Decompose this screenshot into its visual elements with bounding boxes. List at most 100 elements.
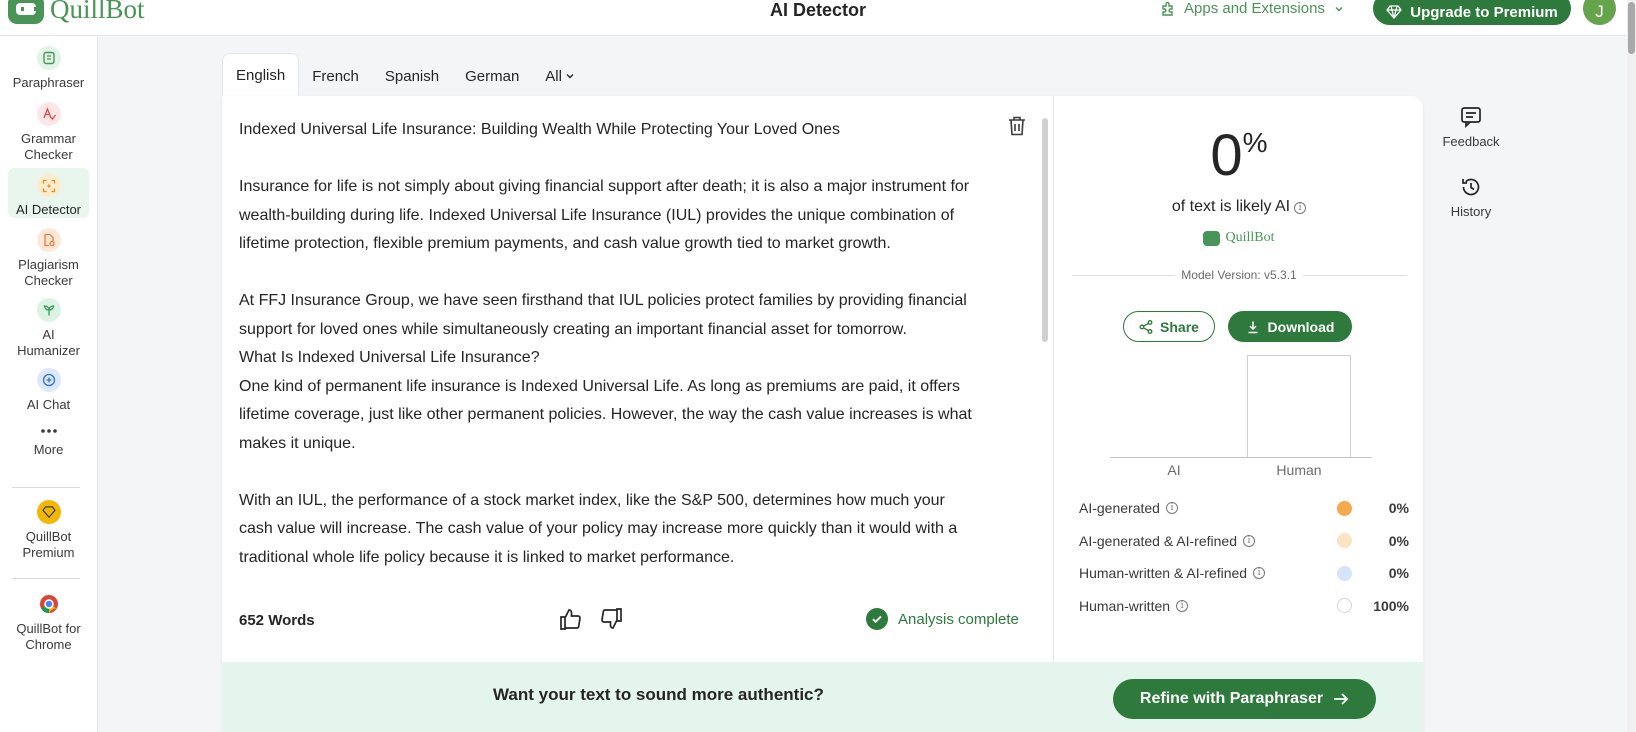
sidebar-divider <box>12 578 80 579</box>
sidebar-item-label: QuillBot Premium <box>22 529 75 560</box>
quillbot-logo-icon <box>8 0 44 24</box>
sidebar-item-quillbot-for-chrome[interactable]: QuillBot for Chrome <box>8 592 89 656</box>
chart-bar-human <box>1247 355 1351 457</box>
premium-icon <box>36 500 61 524</box>
sidebar-item-label: More <box>33 442 64 457</box>
sidebar-item-plagiarism-checker[interactable]: Plagiarism Checker <box>8 228 89 290</box>
chart-baseline <box>1110 457 1372 458</box>
quillbot-brand-small: QuillBot <box>1055 230 1423 246</box>
history-icon <box>1462 178 1480 196</box>
analysis-status-text: Analysis complete <box>898 610 1019 628</box>
results-panel: 0% of text is likely AI i QuillBot Model … <box>1055 96 1423 662</box>
sidebar-item-grammar-checker[interactable]: Grammar Checker <box>8 102 89 164</box>
page-scrollbar-thumb[interactable] <box>1628 2 1635 54</box>
tab-french[interactable]: French <box>299 55 372 97</box>
thumbs-down-button[interactable] <box>599 607 623 636</box>
apps-label: Apps and Extensions <box>1184 0 1325 17</box>
sidebar-item-ai-detector[interactable]: AI Detector <box>8 168 89 218</box>
info-icon[interactable]: i <box>1253 567 1266 580</box>
arrow-right-icon <box>1334 693 1349 705</box>
editor-paragraph: One kind of permanent life insurance is … <box>239 377 972 452</box>
sidebar-item-label: Plagiarism Checker <box>18 257 79 288</box>
humanizer-icon <box>36 298 61 322</box>
apps-and-extensions-menu[interactable]: Apps and Extensions <box>1160 0 1345 18</box>
text-editor[interactable]: Indexed Universal Life Insurance: Buildi… <box>222 96 1054 662</box>
ai-percentage: 0% <box>1055 126 1423 186</box>
likely-ai-label: of text is likely AI i <box>1055 198 1423 216</box>
info-icon[interactable]: i <box>1243 534 1255 547</box>
download-icon <box>1248 321 1258 333</box>
sidebar-item-quillbot-premium[interactable]: QuillBot Premium <box>8 500 89 564</box>
check-circle-icon <box>866 608 888 630</box>
feedback-button[interactable]: Feedback <box>1440 106 1502 149</box>
sidebar-divider <box>12 487 80 488</box>
detector-card: Indexed Universal Life Insurance: Buildi… <box>222 96 1423 732</box>
sidebar-item-more[interactable]: More <box>8 424 89 464</box>
tab-spanish[interactable]: Spanish <box>372 55 452 97</box>
chart-x-label: AI <box>1167 462 1181 478</box>
chevron-down-icon <box>1335 6 1343 12</box>
legend-value: 0% <box>1388 532 1409 549</box>
sidebar-item-label: Grammar Checker <box>21 131 76 162</box>
grammar-icon <box>36 102 61 126</box>
model-version-text: Model Version: v5.3.1 <box>1175 268 1303 282</box>
banner-text: Want your text to sound more authentic? <box>493 685 824 704</box>
download-button[interactable]: Download <box>1228 311 1352 342</box>
refine-with-paraphraser-button[interactable]: Refine with Paraphraser <box>1113 679 1376 719</box>
info-icon[interactable]: i <box>1176 599 1189 612</box>
editor-paragraph: At FFJ Insurance Group, we have seen fir… <box>239 292 967 338</box>
ai-percentage-sign: % <box>1242 127 1268 158</box>
legend-row: Human-written & AI-refined i 0% <box>1079 557 1409 590</box>
share-button[interactable]: Share <box>1123 311 1215 342</box>
upgrade-to-premium-button[interactable]: Upgrade to Premium <box>1373 0 1571 25</box>
likely-ai-text: of text is likely AI <box>1171 198 1291 215</box>
word-count: 652 Words <box>239 612 315 629</box>
ai-percentage-value: 0 <box>1210 123 1243 188</box>
legend-label: Human-written <box>1079 597 1171 614</box>
info-icon[interactable]: i <box>1165 502 1178 515</box>
sidebar-item-label: AI Chat <box>26 397 71 412</box>
thumbs-up-button[interactable] <box>559 607 583 636</box>
info-icon[interactable]: i <box>1294 202 1307 214</box>
user-avatar[interactable]: J <box>1583 0 1616 25</box>
legend-color-dot <box>1337 598 1352 614</box>
sidebar-item-label: AI Detector <box>15 202 82 217</box>
editor-scrollbar[interactable] <box>1042 118 1048 342</box>
legend-color-dot <box>1337 500 1352 516</box>
history-button[interactable]: History <box>1440 176 1502 219</box>
language-tabs: English French Spanish German All <box>222 53 588 97</box>
brand-name: QuillBot <box>50 0 145 24</box>
sidebar: Paraphraser Grammar Checker AI Detector … <box>0 36 98 732</box>
ai-detector-icon <box>36 174 61 197</box>
tab-english[interactable]: English <box>222 53 300 97</box>
sidebar-item-ai-chat[interactable]: AI Chat <box>8 368 89 416</box>
sidebar-item-paraphraser[interactable]: Paraphraser <box>8 46 89 96</box>
editor-content[interactable]: Indexed Universal Life Insurance: Buildi… <box>239 116 979 590</box>
legend-label: AI-generated <box>1079 500 1160 517</box>
chat-icon <box>36 368 61 392</box>
upgrade-label: Upgrade to Premium <box>1410 3 1558 21</box>
sidebar-item-ai-humanizer[interactable]: AI Humanizer <box>8 298 89 360</box>
tab-german[interactable]: German <box>452 55 532 97</box>
delete-text-button[interactable] <box>1008 116 1026 141</box>
share-icon <box>1139 319 1153 334</box>
quillbot-logo[interactable]: QuillBot <box>8 0 145 24</box>
sidebar-item-label: Paraphraser <box>12 75 85 90</box>
legend-value: 100% <box>1373 597 1409 614</box>
brand-small-text: QuillBot <box>1225 230 1275 245</box>
tab-all-label: All <box>545 67 562 85</box>
share-label: Share <box>1160 318 1199 335</box>
legend-row: Human-written i 100% <box>1079 590 1409 623</box>
download-label: Download <box>1267 318 1335 335</box>
tab-all-dropdown[interactable]: All <box>532 55 588 97</box>
top-bar: QuillBot AI Detector Apps and Extensions… <box>0 0 1636 36</box>
feedback-label: Feedback <box>1442 134 1500 149</box>
editor-paragraph: With an IUL, the performance of a stock … <box>239 491 958 566</box>
analysis-status: Analysis complete <box>866 608 1019 630</box>
legend-value: 0% <box>1388 565 1409 582</box>
legend-label: Human-written & AI-refined <box>1079 565 1248 582</box>
refine-banner: Want your text to sound more authentic? … <box>222 662 1423 732</box>
chevron-down-icon <box>566 74 574 79</box>
thumbs-up-icon <box>560 609 581 630</box>
page-scrollbar[interactable] <box>1627 0 1636 732</box>
